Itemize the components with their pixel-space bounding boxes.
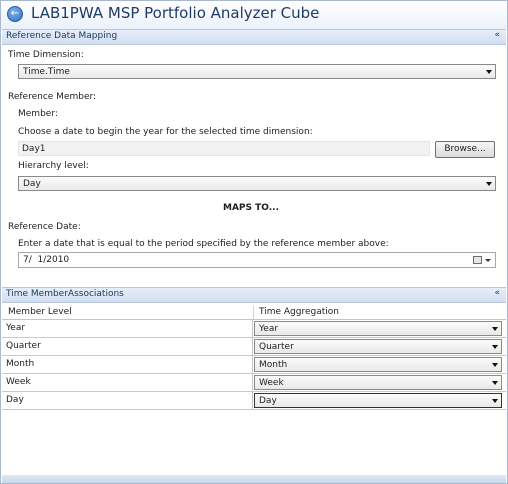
time-aggregation-value: Quarter (259, 342, 294, 352)
column-divider (253, 306, 254, 319)
member-level-cell: Quarter (6, 341, 41, 351)
cell-divider (252, 356, 253, 373)
calendar-icon[interactable] (473, 256, 482, 264)
choose-date-label: Choose a date to begin the year for the … (18, 127, 313, 137)
hierarchy-level-value: Day (23, 179, 41, 189)
time-aggregation-select[interactable]: Month (254, 357, 502, 372)
reference-data-mapping-header[interactable]: Reference Data Mapping « (2, 29, 506, 45)
time-aggregation-value: Day (259, 396, 277, 406)
chevron-down-icon[interactable] (485, 259, 491, 262)
dropdown-arrow-icon (492, 399, 498, 403)
time-dimension-label: Time Dimension: (8, 50, 84, 60)
dropdown-arrow-icon (486, 182, 492, 186)
cell-divider (252, 320, 253, 337)
collapse-icon[interactable]: « (494, 30, 500, 40)
time-member-associations-header[interactable]: Time MemberAssociations « (2, 287, 506, 303)
section-title: Time MemberAssociations (6, 289, 124, 299)
reference-date-value: 7/ 1/2010 (23, 255, 70, 265)
bottom-edge (2, 475, 506, 483)
section-title: Reference Data Mapping (6, 31, 118, 41)
member-level-cell: Month (6, 359, 35, 369)
dropdown-arrow-icon (492, 381, 498, 385)
member-level-cell: Week (6, 377, 31, 387)
time-dimension-value: Time.Time (23, 67, 70, 77)
time-dimension-select[interactable]: Time.Time (18, 64, 496, 79)
time-aggregation-value: Month (259, 360, 288, 370)
table-row: Day Day (2, 392, 506, 410)
collapse-icon[interactable]: « (494, 288, 500, 298)
associations-grid-header: Member Level Time Aggregation (2, 306, 506, 320)
member-level-cell: Day (6, 395, 24, 405)
maps-to-label: MAPS TO... (223, 203, 279, 213)
reference-member-label: Reference Member: (8, 92, 97, 102)
cell-divider (252, 392, 253, 409)
time-aggregation-value: Year (259, 324, 279, 334)
member-level-cell: Year (6, 323, 26, 333)
page-title: LAB1PWA MSP Portfolio Analyzer Cube (31, 4, 320, 22)
dropdown-arrow-icon (492, 327, 498, 331)
enter-date-label: Enter a date that is equal to the period… (18, 239, 389, 249)
time-aggregation-value: Week (259, 378, 284, 388)
time-aggregation-select[interactable]: Quarter (254, 339, 502, 354)
time-aggregation-column-header: Time Aggregation (259, 307, 339, 317)
table-row: Week Week (2, 374, 506, 392)
cell-divider (252, 338, 253, 355)
table-row: Month Month (2, 356, 506, 374)
table-row: Year Year (2, 320, 506, 338)
hierarchy-level-label: Hierarchy level: (18, 161, 89, 171)
member-field: Day1 (18, 141, 430, 156)
back-arrow-icon[interactable]: ← (7, 6, 23, 22)
time-aggregation-select[interactable]: Day (254, 393, 502, 408)
title-bar: ← LAB1PWA MSP Portfolio Analyzer Cube (1, 1, 507, 29)
member-level-column-header: Member Level (8, 307, 72, 317)
dropdown-arrow-icon (486, 70, 492, 74)
member-label: Member: (18, 109, 58, 119)
reference-date-picker[interactable]: 7/ 1/2010 (18, 252, 496, 268)
table-row: Quarter Quarter (2, 338, 506, 356)
member-value: Day1 (22, 144, 46, 154)
cell-divider (252, 374, 253, 391)
dropdown-arrow-icon (492, 345, 498, 349)
time-aggregation-select[interactable]: Year (254, 321, 502, 336)
hierarchy-level-select[interactable]: Day (18, 176, 496, 191)
reference-date-label: Reference Date: (8, 222, 81, 232)
dropdown-arrow-icon (492, 363, 498, 367)
time-aggregation-select[interactable]: Week (254, 375, 502, 390)
browse-button[interactable]: Browse... (435, 141, 495, 158)
cube-settings-window: ← LAB1PWA MSP Portfolio Analyzer Cube Re… (0, 0, 508, 484)
